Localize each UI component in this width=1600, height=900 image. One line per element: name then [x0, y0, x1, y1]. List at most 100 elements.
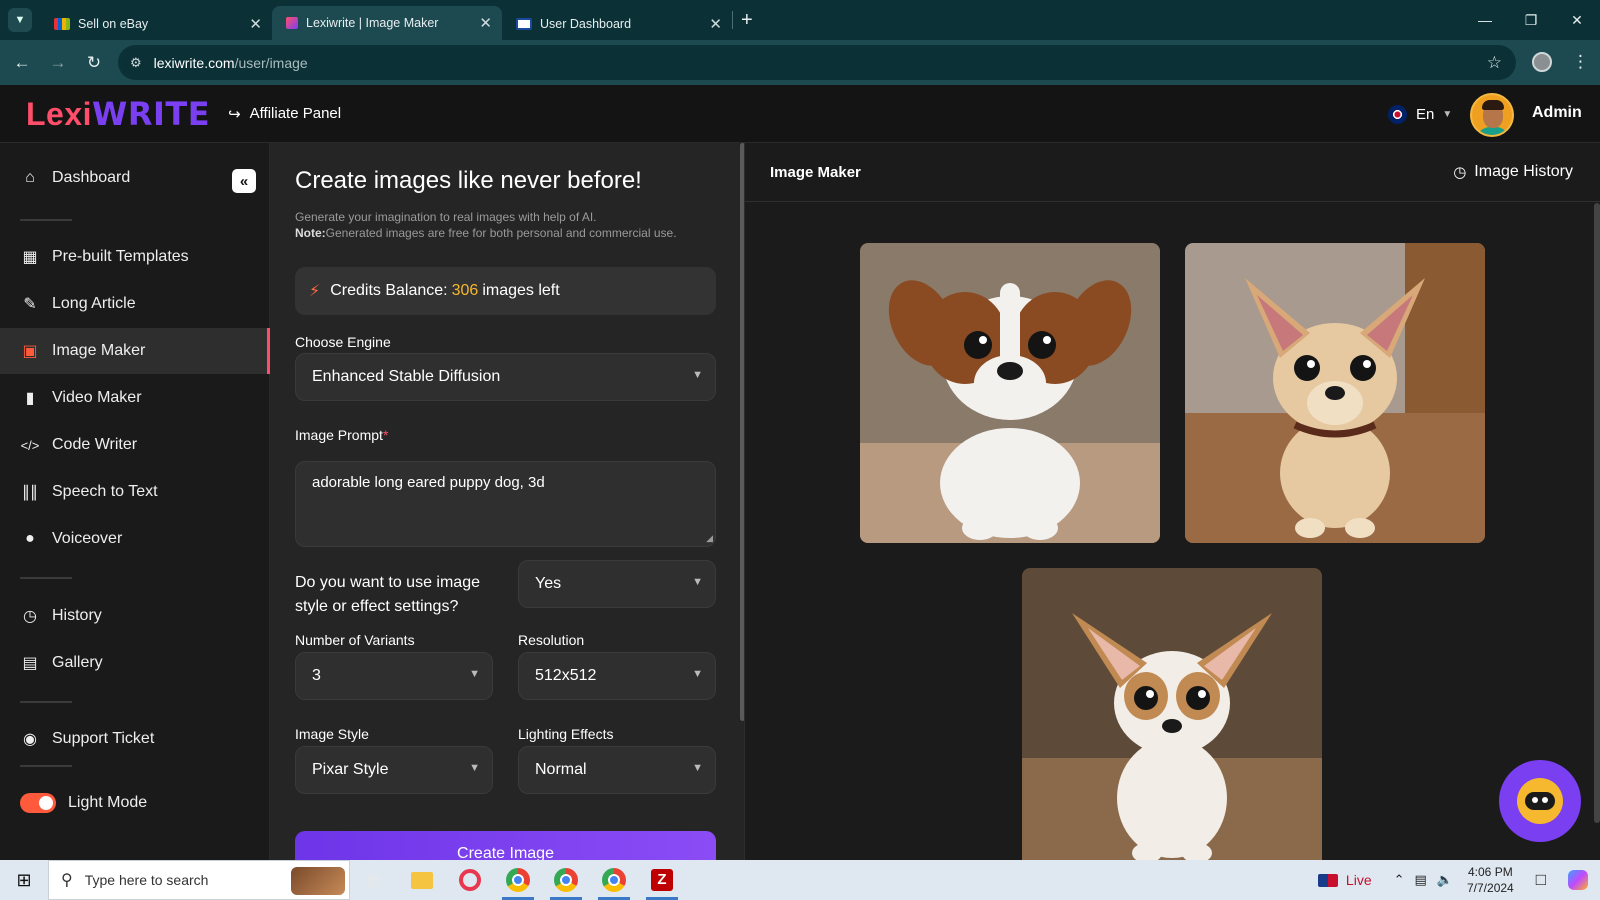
sidebar-item-prebuilt-templates[interactable]: ▦ Pre-built Templates: [0, 234, 270, 280]
avatar-shirt: [1476, 127, 1510, 135]
sidebar-item-speech-to-text[interactable]: ∥∥ Speech to Text: [0, 469, 270, 515]
notifications-icon[interactable]: □: [1536, 870, 1546, 890]
sidebar-item-gallery[interactable]: ▤ Gallery: [0, 640, 270, 686]
note-label: Note:: [295, 226, 326, 240]
file-explorer-icon[interactable]: [398, 860, 446, 900]
generated-image-3[interactable]: [1022, 568, 1322, 860]
user-name[interactable]: Admin: [1532, 104, 1582, 122]
generated-image-2[interactable]: [1185, 243, 1485, 543]
lightning-icon: ⚡: [309, 283, 321, 300]
restore-icon[interactable]: ❐: [1508, 0, 1554, 40]
taskbar-clock[interactable]: 4:06 PM 7/7/2024: [1467, 864, 1514, 896]
image-icon: ▣: [22, 343, 38, 360]
taskbar-search-input[interactable]: ⚲ Type here to search: [48, 860, 350, 900]
chrome-icon: [506, 868, 530, 892]
chevron-down-icon: ▼: [1442, 109, 1453, 120]
robot-eye: [1542, 797, 1548, 803]
browser-tab-ebay[interactable]: Sell on eBay ✕: [40, 8, 272, 40]
style-toggle-value: Yes: [535, 575, 562, 592]
mlb-icon[interactable]: [1317, 873, 1338, 887]
network-icon[interactable]: ▤: [1415, 872, 1427, 888]
minimize-icon[interactable]: —: [1462, 0, 1508, 40]
chrome-taskbar-icon[interactable]: [542, 860, 590, 900]
sidebar-divider: [20, 577, 72, 579]
back-icon[interactable]: ←: [4, 53, 40, 73]
site-settings-icon[interactable]: ⚙: [130, 55, 142, 71]
image-style-select[interactable]: Pixar Style ▼: [295, 746, 493, 794]
image-prompt-input[interactable]: adorable long eared puppy dog, 3d ◢: [295, 461, 716, 547]
prompt-label: Image Prompt*: [295, 427, 388, 443]
new-tab-icon[interactable]: +: [741, 9, 753, 32]
sidebar-item-label: Code Writer: [52, 436, 138, 453]
window-close-icon[interactable]: ✕: [1554, 0, 1600, 40]
style-question: Do you want to use image style or effect…: [295, 574, 480, 615]
results-scrollbar[interactable]: [1594, 203, 1600, 823]
lexiwrite-logo[interactable]: LexiWRITE: [26, 95, 210, 133]
logo-write: WRITE: [92, 94, 211, 133]
close-icon[interactable]: ✕: [479, 14, 492, 32]
avatar-hair: [1482, 100, 1504, 110]
lighting-label: Lighting Effects: [518, 726, 614, 742]
lighting-select[interactable]: Normal ▼: [518, 746, 716, 794]
opera-browser-icon[interactable]: [446, 860, 494, 900]
filezilla-icon[interactable]: Z: [638, 860, 686, 900]
close-icon[interactable]: ✕: [249, 15, 262, 33]
sidebar-item-voiceover[interactable]: ● Voiceover: [0, 516, 270, 562]
video-icon: ▮: [25, 390, 35, 407]
browser-tab-lexiwrite[interactable]: Lexiwrite | Image Maker ✕: [272, 6, 502, 40]
sidebar-item-support-ticket[interactable]: ◉ Support Ticket: [0, 716, 270, 762]
page-title: Create images like never before!: [295, 167, 642, 194]
subtitle-text: Generate your imagination to real images…: [295, 210, 597, 224]
copilot-icon[interactable]: [1568, 870, 1588, 890]
generated-image-1[interactable]: [860, 243, 1160, 543]
logout-arrow-icon: ↪: [228, 105, 241, 123]
resize-handle-icon[interactable]: ◢: [706, 533, 713, 544]
live-label[interactable]: Live: [1346, 872, 1372, 888]
affiliate-panel-link[interactable]: ↪ Affiliate Panel: [228, 105, 341, 123]
light-mode-toggle[interactable]: [20, 793, 56, 813]
sidebar-item-video-maker[interactable]: ▮ Video Maker: [0, 375, 270, 421]
chrome-taskbar-icon[interactable]: [590, 860, 638, 900]
robot-visor: [1525, 792, 1555, 810]
task-view-icon[interactable]: ▤: [350, 860, 398, 900]
page-subtitle: Generate your imagination to real images…: [295, 209, 725, 241]
image-history-link[interactable]: ◷ Image History: [1453, 163, 1573, 181]
light-mode-toggle-row[interactable]: Light Mode: [0, 780, 270, 826]
sidebar-item-long-article[interactable]: ✎ Long Article: [0, 281, 270, 327]
windows-start-icon[interactable]: ⊞: [0, 860, 48, 900]
chevron-down-icon: ▼: [692, 576, 703, 588]
sidebar-item-image-maker[interactable]: ▣ Image Maker: [0, 328, 270, 374]
tab-divider: [732, 11, 733, 29]
reload-icon[interactable]: ↻: [76, 53, 112, 73]
collapse-sidebar-button[interactable]: «: [232, 169, 256, 193]
browser-tab-dashboard[interactable]: User Dashboard ✕: [502, 8, 732, 40]
tab-search-button[interactable]: ▼: [8, 8, 32, 32]
style-toggle-select[interactable]: Yes ▼: [518, 560, 716, 608]
address-bar[interactable]: ⚙ lexiwrite.com /user/image ☆: [118, 45, 1516, 80]
sidebar-item-history[interactable]: ◷ History: [0, 593, 270, 639]
browser-menu-icon[interactable]: ⋮: [1572, 52, 1589, 72]
chevron-up-icon[interactable]: ⌃: [1394, 872, 1405, 888]
support-icon: ◉: [23, 731, 37, 748]
avatar[interactable]: [1470, 93, 1514, 137]
browser-profile-icon[interactable]: [1532, 52, 1552, 72]
chatbot-button[interactable]: [1499, 760, 1581, 842]
image-form-panel: Create images like never before! Generat…: [270, 143, 744, 860]
results-title: Image Maker: [770, 164, 861, 181]
window-controls: — ❐ ✕: [1462, 0, 1600, 40]
engine-select[interactable]: Enhanced Stable Diffusion ▼: [295, 353, 716, 401]
sidebar-item-code-writer[interactable]: </> Code Writer: [0, 422, 270, 468]
close-icon[interactable]: ✕: [709, 15, 722, 33]
language-selector[interactable]: En ▼: [1388, 105, 1452, 124]
bookmark-star-icon[interactable]: ☆: [1487, 53, 1502, 73]
forward-icon[interactable]: →: [40, 53, 76, 73]
resolution-select[interactable]: 512x512 ▼: [518, 652, 716, 700]
credits-prefix: Credits Balance:: [330, 282, 448, 299]
chrome-taskbar-icon[interactable]: [494, 860, 542, 900]
system-tray: Live ⌃ ▤ 🔈 4:06 PM 7/7/2024 □: [1317, 860, 1600, 900]
sidebar-item-dashboard[interactable]: ⌂ Dashboard: [0, 155, 270, 201]
sidebar: ⌂ Dashboard « ▦ Pre-built Templates ✎ Lo…: [0, 143, 270, 860]
volume-icon[interactable]: 🔈: [1437, 872, 1453, 888]
variants-select[interactable]: 3 ▼: [295, 652, 493, 700]
create-image-button[interactable]: Create Image: [295, 831, 716, 860]
